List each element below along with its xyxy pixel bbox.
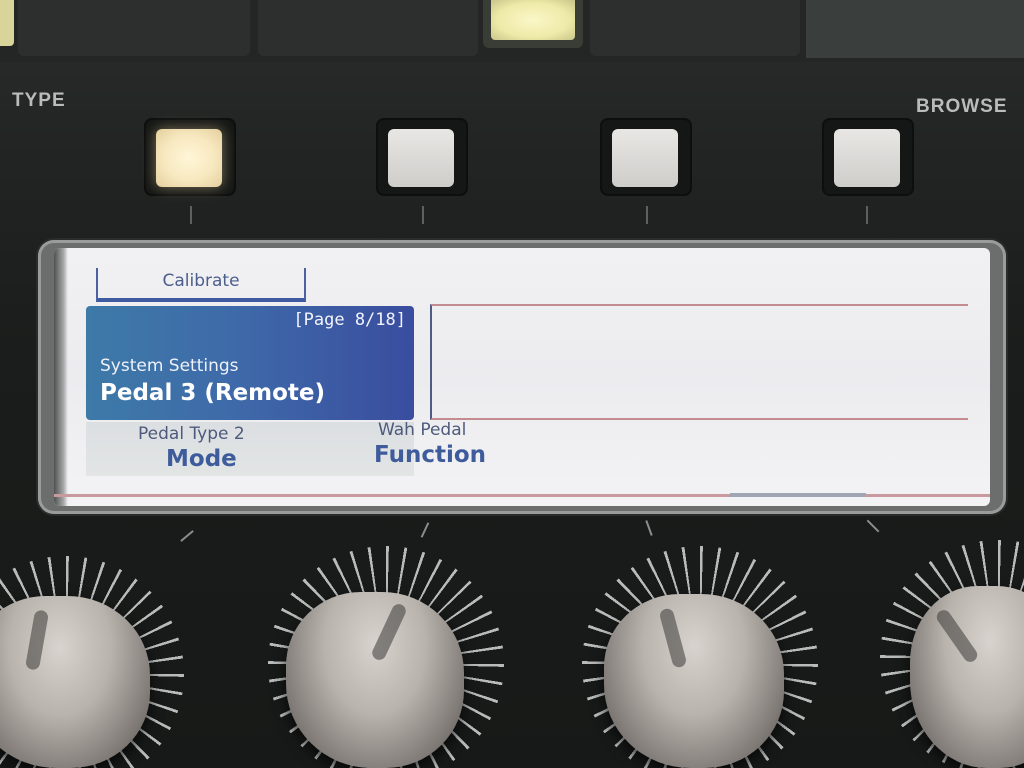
select-button-1[interactable] (144, 118, 236, 196)
knob-2[interactable] (286, 592, 464, 768)
scroll-thumb (730, 493, 866, 497)
knob-grip (24, 609, 50, 671)
button-cap (388, 129, 454, 187)
knob-3[interactable] (604, 594, 784, 768)
knob-indicator (420, 522, 430, 538)
top-panel-1 (18, 0, 250, 56)
knob-grip (658, 607, 688, 669)
select-button-3[interactable] (600, 118, 692, 196)
button-cap (156, 129, 222, 187)
param-2-name: Function (374, 442, 487, 468)
button-cap (834, 129, 900, 187)
top-panel-3 (590, 0, 800, 56)
tick-mark (422, 206, 424, 224)
knob-indicator (180, 530, 194, 542)
button-light-icon (491, 0, 575, 40)
select-button-2[interactable] (376, 118, 468, 196)
tab-calibrate[interactable]: Calibrate (96, 268, 306, 302)
knob-indicator (645, 520, 653, 536)
top-button-strip (0, 0, 1024, 62)
top-lit-button[interactable] (483, 0, 583, 48)
lit-button-partial[interactable] (0, 0, 14, 46)
browse-label: BROWSE (916, 96, 1008, 117)
knob-grip (369, 601, 409, 663)
device-panel: TYPE BROWSE Calibrate [Page 8/18] System… (0, 0, 1024, 768)
screen-shadow (54, 248, 68, 506)
tick-mark (866, 206, 868, 224)
select-button-4[interactable] (822, 118, 914, 196)
empty-content-panel (430, 304, 968, 420)
knob-indicator (866, 519, 880, 533)
param-1-name: Mode (166, 446, 237, 472)
page-indicator: [Page 8/18] (293, 310, 406, 330)
top-panel-2 (258, 0, 478, 56)
menu-info-box: [Page 8/18] System Settings Pedal 3 (Rem… (86, 306, 414, 420)
type-label: TYPE (12, 90, 66, 111)
lcd-screen: Calibrate [Page 8/18] System Settings Pe… (54, 248, 990, 506)
section-title: System Settings (100, 356, 239, 376)
knob-grip (934, 607, 980, 665)
top-panel-4 (806, 0, 1024, 58)
menu-item-title: Pedal 3 (Remote) (100, 380, 326, 406)
param-1-value: Pedal Type 2 (138, 424, 245, 444)
tick-mark (190, 206, 192, 224)
tick-mark (646, 206, 648, 224)
button-cap (612, 129, 678, 187)
param-2-value: Wah Pedal (378, 420, 467, 440)
param-1-background (86, 422, 414, 476)
knob-1[interactable] (0, 596, 150, 768)
